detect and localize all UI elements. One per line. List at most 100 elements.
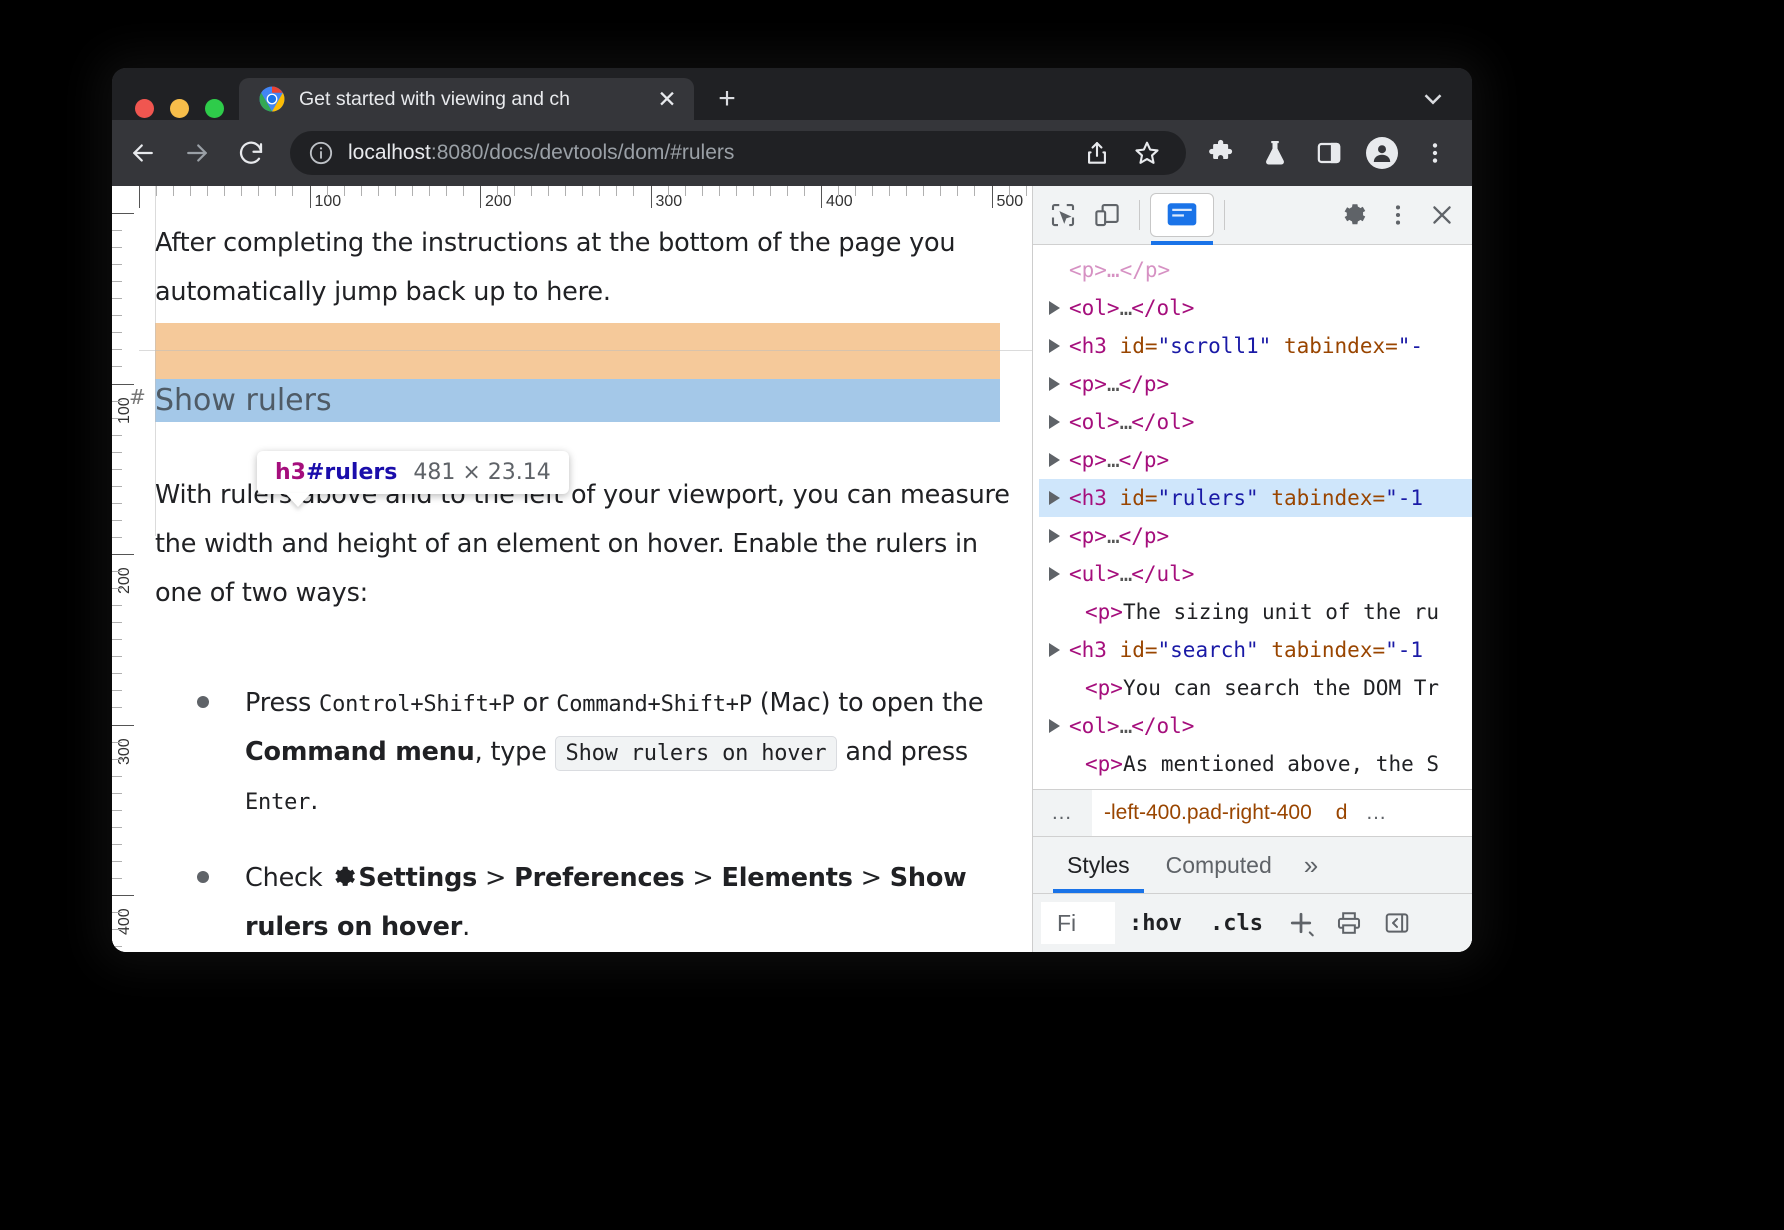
reload-button[interactable] — [234, 136, 268, 170]
bullet-1-mid1: or — [515, 688, 557, 718]
browser-window: Get started with viewing and ch ✕ + — [112, 68, 1472, 952]
filter-input[interactable]: Fi — [1041, 902, 1115, 944]
expand-arrow-icon[interactable] — [1049, 339, 1060, 353]
bookmark-star-icon[interactable] — [1130, 136, 1164, 170]
dom-tree-row[interactable]: <ol>…</ol> — [1039, 707, 1472, 745]
command-text-box: Show rulers on hover — [555, 736, 838, 771]
hov-button[interactable]: :hov — [1115, 903, 1196, 943]
three-dot-menu-icon[interactable] — [1376, 195, 1420, 235]
dom-token-val: "- — [1398, 334, 1423, 358]
ruler-tick-minor — [275, 186, 276, 196]
side-panel-icon[interactable] — [1312, 136, 1346, 170]
extensions-puzzle-icon[interactable] — [1204, 136, 1238, 170]
ruler-tick-minor — [633, 186, 634, 196]
dom-tree-row[interactable]: <p>…</p> — [1039, 517, 1472, 555]
forward-button[interactable] — [180, 136, 214, 170]
console-drawer-icon[interactable] — [1150, 193, 1214, 237]
plus-icon[interactable] — [1277, 903, 1325, 943]
device-toolbar-icon[interactable] — [1085, 195, 1129, 235]
print-media-icon[interactable] — [1325, 903, 1373, 943]
breadcrumb-overflow-right[interactable]: … — [1359, 801, 1394, 825]
browser-tab[interactable]: Get started with viewing and ch ✕ — [239, 78, 694, 120]
anchor-hash-icon[interactable]: # — [129, 385, 146, 409]
dom-token-txt: The sizing unit of the ru — [1123, 600, 1439, 624]
ruler-top-label: 200 — [485, 193, 512, 211]
dom-tree-row[interactable]: <p>The sizing unit of the ru — [1039, 593, 1472, 631]
ruler-top-label: 400 — [826, 193, 853, 211]
breadcrumb-item[interactable]: -left-400.pad-right-400 — [1092, 801, 1324, 825]
dom-token-val: "scroll1" — [1158, 334, 1272, 358]
ruler-tick-minor — [412, 186, 413, 196]
dom-token-dots: … — [1107, 372, 1119, 396]
expand-arrow-icon[interactable] — [1049, 491, 1060, 505]
chevron-down-icon[interactable] — [1418, 84, 1448, 114]
ruler-tick-major — [112, 895, 134, 896]
expand-arrow-icon[interactable] — [1049, 377, 1060, 391]
expand-arrow-icon[interactable] — [1049, 643, 1060, 657]
dom-tree-row[interactable]: <h3 id="scroll1" tabindex="- — [1039, 327, 1472, 365]
page-document: After completing the instructions at the… — [139, 213, 1032, 952]
expand-arrow-icon[interactable] — [1049, 719, 1060, 733]
profile-avatar-icon[interactable] — [1366, 137, 1398, 169]
ruler-tick-minor — [923, 186, 924, 196]
tab-close-icon[interactable]: ✕ — [652, 84, 682, 114]
breadcrumb[interactable]: … -left-400.pad-right-400 d … — [1033, 789, 1472, 836]
info-circle-icon[interactable] — [308, 140, 334, 166]
tooltip-tag: h3 — [275, 460, 306, 485]
breadcrumb-overflow-left[interactable]: … — [1033, 790, 1092, 836]
dom-token-attr: tabindex= — [1284, 334, 1398, 358]
window-close-button[interactable] — [135, 99, 154, 118]
dom-token-attr: id= — [1120, 334, 1158, 358]
shortcut-command: Command+Shift+P — [556, 692, 752, 717]
dom-tree-row[interactable]: <h3 id="edit" tabindex="-1"> — [1039, 783, 1472, 789]
ruler-tick-minor — [112, 793, 122, 794]
ruler-tick-minor — [344, 186, 345, 196]
expand-arrow-icon[interactable] — [1049, 567, 1060, 581]
three-dot-menu-icon[interactable] — [1418, 136, 1452, 170]
expand-arrow-icon[interactable] — [1049, 529, 1060, 543]
experiments-flask-icon[interactable] — [1258, 136, 1292, 170]
dom-token-tag — [1259, 486, 1272, 510]
tab-computed[interactable]: Computed — [1148, 837, 1290, 893]
ruler-guideline-horizontal — [139, 350, 1032, 351]
dom-tree-row[interactable]: <h3 id="rulers" tabindex="-1 — [1039, 479, 1472, 517]
dom-tree-row[interactable]: <ul>…</ul> — [1039, 555, 1472, 593]
toggle-sidebar-icon[interactable] — [1373, 903, 1421, 943]
cls-button[interactable]: .cls — [1196, 903, 1277, 943]
close-icon[interactable] — [1420, 195, 1464, 235]
dom-tree-row[interactable]: <ol>…</ol> — [1039, 289, 1472, 327]
tooltip-dimensions: 481 × 23.14 — [413, 460, 550, 485]
styles-more-tabs-icon[interactable]: » — [1290, 850, 1332, 881]
tab-strip: Get started with viewing and ch ✕ + — [112, 68, 1472, 120]
ruler-tick-minor — [112, 946, 122, 947]
window-maximize-button[interactable] — [205, 99, 224, 118]
inspect-element-icon[interactable] — [1041, 195, 1085, 235]
ruler-tick-minor — [548, 186, 549, 196]
ruler-tick-minor — [112, 878, 122, 879]
tab-styles[interactable]: Styles — [1049, 837, 1148, 893]
ruler-tick-major — [992, 186, 993, 208]
dom-tree-row[interactable]: <p>…</p> — [1039, 365, 1472, 403]
window-minimize-button[interactable] — [170, 99, 189, 118]
expand-arrow-icon[interactable] — [1049, 453, 1060, 467]
back-button[interactable] — [126, 136, 160, 170]
ruler-tick-minor — [582, 186, 583, 196]
new-tab-button[interactable]: + — [712, 85, 742, 115]
share-icon[interactable] — [1080, 136, 1114, 170]
dom-tree-row[interactable]: <p>You can search the DOM Tr — [1039, 669, 1472, 707]
bullet-dot-icon — [197, 696, 209, 708]
dom-tree-row[interactable]: <p>As mentioned above, the S — [1039, 745, 1472, 783]
dom-tree-row[interactable]: <p>…</p> — [1039, 251, 1472, 289]
breadcrumb-item[interactable]: d — [1324, 801, 1360, 825]
expand-arrow-icon[interactable] — [1049, 415, 1060, 429]
expand-arrow-icon[interactable] — [1049, 301, 1060, 315]
dom-token-tag: <h3 — [1069, 638, 1120, 662]
dom-tree-row[interactable]: <h3 id="search" tabindex="-1 — [1039, 631, 1472, 669]
gear-icon[interactable] — [1332, 195, 1376, 235]
address-bar[interactable]: localhost:8080/docs/devtools/dom/#rulers — [290, 131, 1186, 175]
dom-tree-row[interactable]: <p>…</p> — [1039, 441, 1472, 479]
page-viewport: 100200300400500 100200300400 After compl… — [112, 186, 1032, 952]
dom-tree-row[interactable]: <ol>…</ol> — [1039, 403, 1472, 441]
ruler-tick-minor — [292, 186, 293, 196]
dom-tree[interactable]: <p>…</p><ol>…</ol><h3 id="scroll1" tabin… — [1033, 245, 1472, 789]
